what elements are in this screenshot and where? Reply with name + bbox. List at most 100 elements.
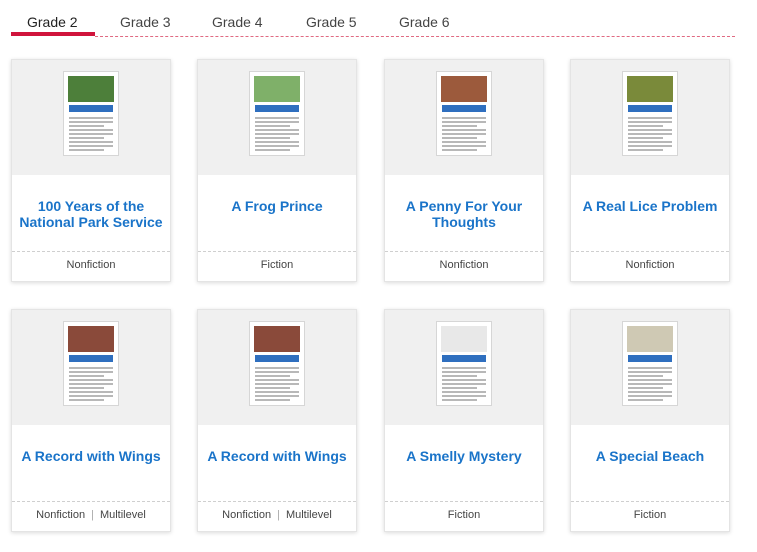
thumbnail-text-line: [628, 141, 672, 143]
thumbnail-text-line: [628, 379, 672, 381]
thumbnail-text-line: [628, 121, 672, 123]
story-thumbnail[interactable]: [63, 71, 119, 156]
thumbnail-title-bar: [255, 105, 299, 112]
card-genre: Fiction: [260, 259, 294, 271]
story-card[interactable]: A Smelly Mystery Fiction: [384, 309, 544, 532]
thumbnail-text-line: [255, 149, 290, 151]
card-title-link[interactable]: A Real Lice Problem: [577, 198, 723, 214]
thumbnail-image: [441, 76, 487, 102]
card-title-link[interactable]: A Frog Prince: [204, 198, 350, 214]
thumbnail-text-line: [442, 137, 477, 139]
story-card[interactable]: A Record with Wings Nonfiction | Multilevel: [197, 309, 357, 532]
card-title-link[interactable]: 100 Years of the National Park Service: [18, 198, 164, 230]
thumbnail-text-line: [442, 391, 486, 393]
thumbnail-text-line: [442, 141, 486, 143]
thumbnail-title-bar: [69, 105, 113, 112]
tab-grade-2[interactable]: Grade 2: [27, 14, 78, 30]
thumbnail-text-line: [442, 379, 486, 381]
thumbnail-text-line: [255, 141, 299, 143]
thumbnail-text-line: [628, 145, 672, 147]
card-meta: Fiction: [385, 509, 543, 521]
thumbnail-image: [627, 76, 673, 102]
thumbnail-text-line: [69, 379, 113, 381]
card-title-link[interactable]: A Smelly Mystery: [391, 448, 537, 464]
thumbnail-text-line: [442, 399, 477, 401]
active-tab-indicator: [11, 32, 95, 36]
card-thumbnail-area: [571, 310, 729, 425]
tab-grade-3[interactable]: Grade 3: [120, 14, 171, 30]
thumbnail-text-line: [628, 137, 663, 139]
thumbnail-text-line: [628, 367, 672, 369]
story-thumbnail[interactable]: [436, 321, 492, 406]
story-thumbnail[interactable]: [249, 71, 305, 156]
story-card[interactable]: A Real Lice Problem Nonfiction: [570, 59, 730, 282]
thumbnail-title-bar: [628, 105, 672, 112]
card-thumbnail-area: [198, 310, 356, 425]
card-genre: Fiction: [447, 509, 481, 521]
story-card[interactable]: A Penny For Your Thoughts Nonfiction: [384, 59, 544, 282]
thumbnail-text-line: [69, 141, 113, 143]
card-thumbnail-area: [12, 60, 170, 175]
thumbnail-text-line: [69, 391, 113, 393]
card-title-link[interactable]: A Special Beach: [577, 448, 723, 464]
card-divider: [198, 501, 356, 502]
thumbnail-text-line: [255, 379, 299, 381]
story-card[interactable]: A Frog Prince Fiction: [197, 59, 357, 282]
thumbnail-text-line: [255, 137, 290, 139]
card-meta: Nonfiction | Multilevel: [12, 509, 170, 521]
story-card[interactable]: 100 Years of the National Park Service No…: [11, 59, 171, 282]
card-meta: Nonfiction: [385, 259, 543, 271]
story-thumbnail[interactable]: [436, 71, 492, 156]
thumbnail-text-line: [255, 117, 299, 119]
card-meta: Nonfiction | Multilevel: [198, 509, 356, 521]
story-thumbnail[interactable]: [622, 71, 678, 156]
story-thumbnail[interactable]: [63, 321, 119, 406]
card-title-link[interactable]: A Penny For Your Thoughts: [391, 198, 537, 230]
meta-separator: |: [91, 509, 94, 521]
card-title-link[interactable]: A Record with Wings: [204, 448, 350, 464]
card-thumbnail-area: [12, 310, 170, 425]
thumbnail-title-bar: [442, 355, 486, 362]
grade-tabs: Grade 2 Grade 3 Grade 4 Grade 5 Grade 6: [0, 0, 757, 40]
thumbnail-text-line: [69, 121, 113, 123]
thumbnail-image: [254, 76, 300, 102]
thumbnail-text-line: [628, 371, 672, 373]
thumbnail-text-line: [628, 391, 672, 393]
thumbnail-text-line: [69, 129, 113, 131]
meta-separator: |: [277, 509, 280, 521]
thumbnail-text-line: [255, 133, 299, 135]
thumbnail-text-line: [69, 395, 113, 397]
thumbnail-text-line: [442, 383, 486, 385]
card-thumbnail-area: [385, 60, 543, 175]
tab-grade-5[interactable]: Grade 5: [306, 14, 357, 30]
thumbnail-text-line: [442, 129, 486, 131]
thumbnail-text-line: [442, 149, 477, 151]
thumbnail-text-line: [69, 383, 113, 385]
thumbnail-image: [441, 326, 487, 352]
thumbnail-text-line: [442, 371, 486, 373]
story-card[interactable]: A Record with Wings Nonfiction | Multilevel: [11, 309, 171, 532]
card-meta: Fiction: [571, 509, 729, 521]
card-level: Multilevel: [99, 509, 146, 521]
story-thumbnail[interactable]: [249, 321, 305, 406]
story-card[interactable]: A Special Beach Fiction: [570, 309, 730, 532]
thumbnail-text-line: [628, 117, 672, 119]
story-thumbnail[interactable]: [622, 321, 678, 406]
thumbnail-image: [68, 76, 114, 102]
thumbnail-text-line: [69, 133, 113, 135]
thumbnail-image: [68, 326, 114, 352]
tab-grade-6[interactable]: Grade 6: [399, 14, 450, 30]
card-level: Multilevel: [285, 509, 332, 521]
thumbnail-text-line: [442, 145, 486, 147]
card-genre: Fiction: [633, 509, 667, 521]
thumbnail-text-line: [442, 367, 486, 369]
thumbnail-text-line: [255, 391, 299, 393]
card-genre: Nonfiction: [439, 259, 489, 271]
thumbnail-text-line: [69, 137, 104, 139]
card-genre: Nonfiction: [36, 509, 86, 521]
thumbnail-text-line: [442, 121, 486, 123]
card-title-link[interactable]: A Record with Wings: [18, 448, 164, 464]
thumbnail-text-line: [255, 367, 299, 369]
thumbnail-text-line: [69, 367, 113, 369]
tab-grade-4[interactable]: Grade 4: [212, 14, 263, 30]
